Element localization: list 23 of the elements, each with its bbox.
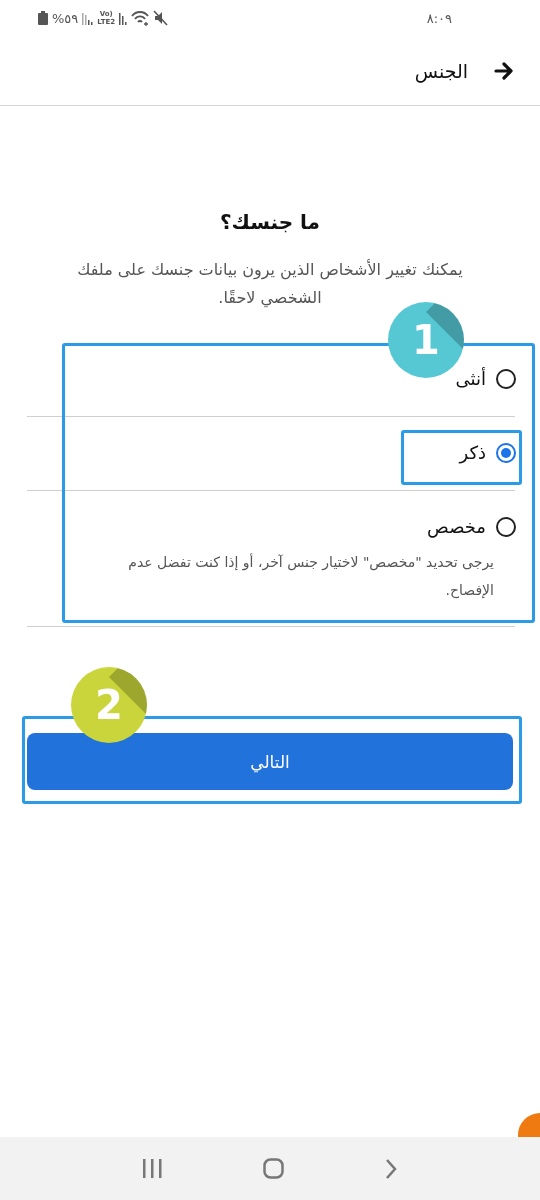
option-label: ذكر	[459, 441, 486, 466]
question-title: ما جنسك؟	[219, 209, 321, 236]
signal-icon	[119, 11, 128, 25]
battery-icon	[38, 11, 48, 25]
clock: ٨:٠٩	[426, 10, 452, 26]
radio-button[interactable]	[496, 517, 516, 537]
option-label: أنثى	[455, 366, 486, 391]
signal-icon	[82, 11, 94, 25]
screen-title: الجنس	[414, 59, 468, 82]
option-label: مخصص	[427, 515, 486, 540]
wifi-icon	[131, 10, 150, 26]
recents-icon[interactable]	[142, 1159, 162, 1178]
mute-icon	[153, 10, 169, 26]
radio-button[interactable]	[496, 443, 516, 463]
home-icon[interactable]	[263, 1158, 284, 1179]
chevron-icon[interactable]	[385, 1158, 398, 1179]
floating-bubble-icon[interactable]	[518, 1113, 540, 1137]
radio-button[interactable]	[496, 369, 516, 389]
question-subtitle: يمكنك تغيير الأشخاص الذين يرون بيانات جنسك على ملفك الشخصي لاحقًا.	[76, 258, 464, 310]
battery-level: %٥٩	[52, 10, 79, 26]
next-button[interactable]: التالي	[27, 733, 513, 790]
back-arrow-icon[interactable]	[494, 61, 514, 80]
option-description: يرجى تحديد "مخصص" لاختيار جنس آخر، أو إذا كنت تفضل عدم الإفصاح.	[127, 552, 494, 601]
